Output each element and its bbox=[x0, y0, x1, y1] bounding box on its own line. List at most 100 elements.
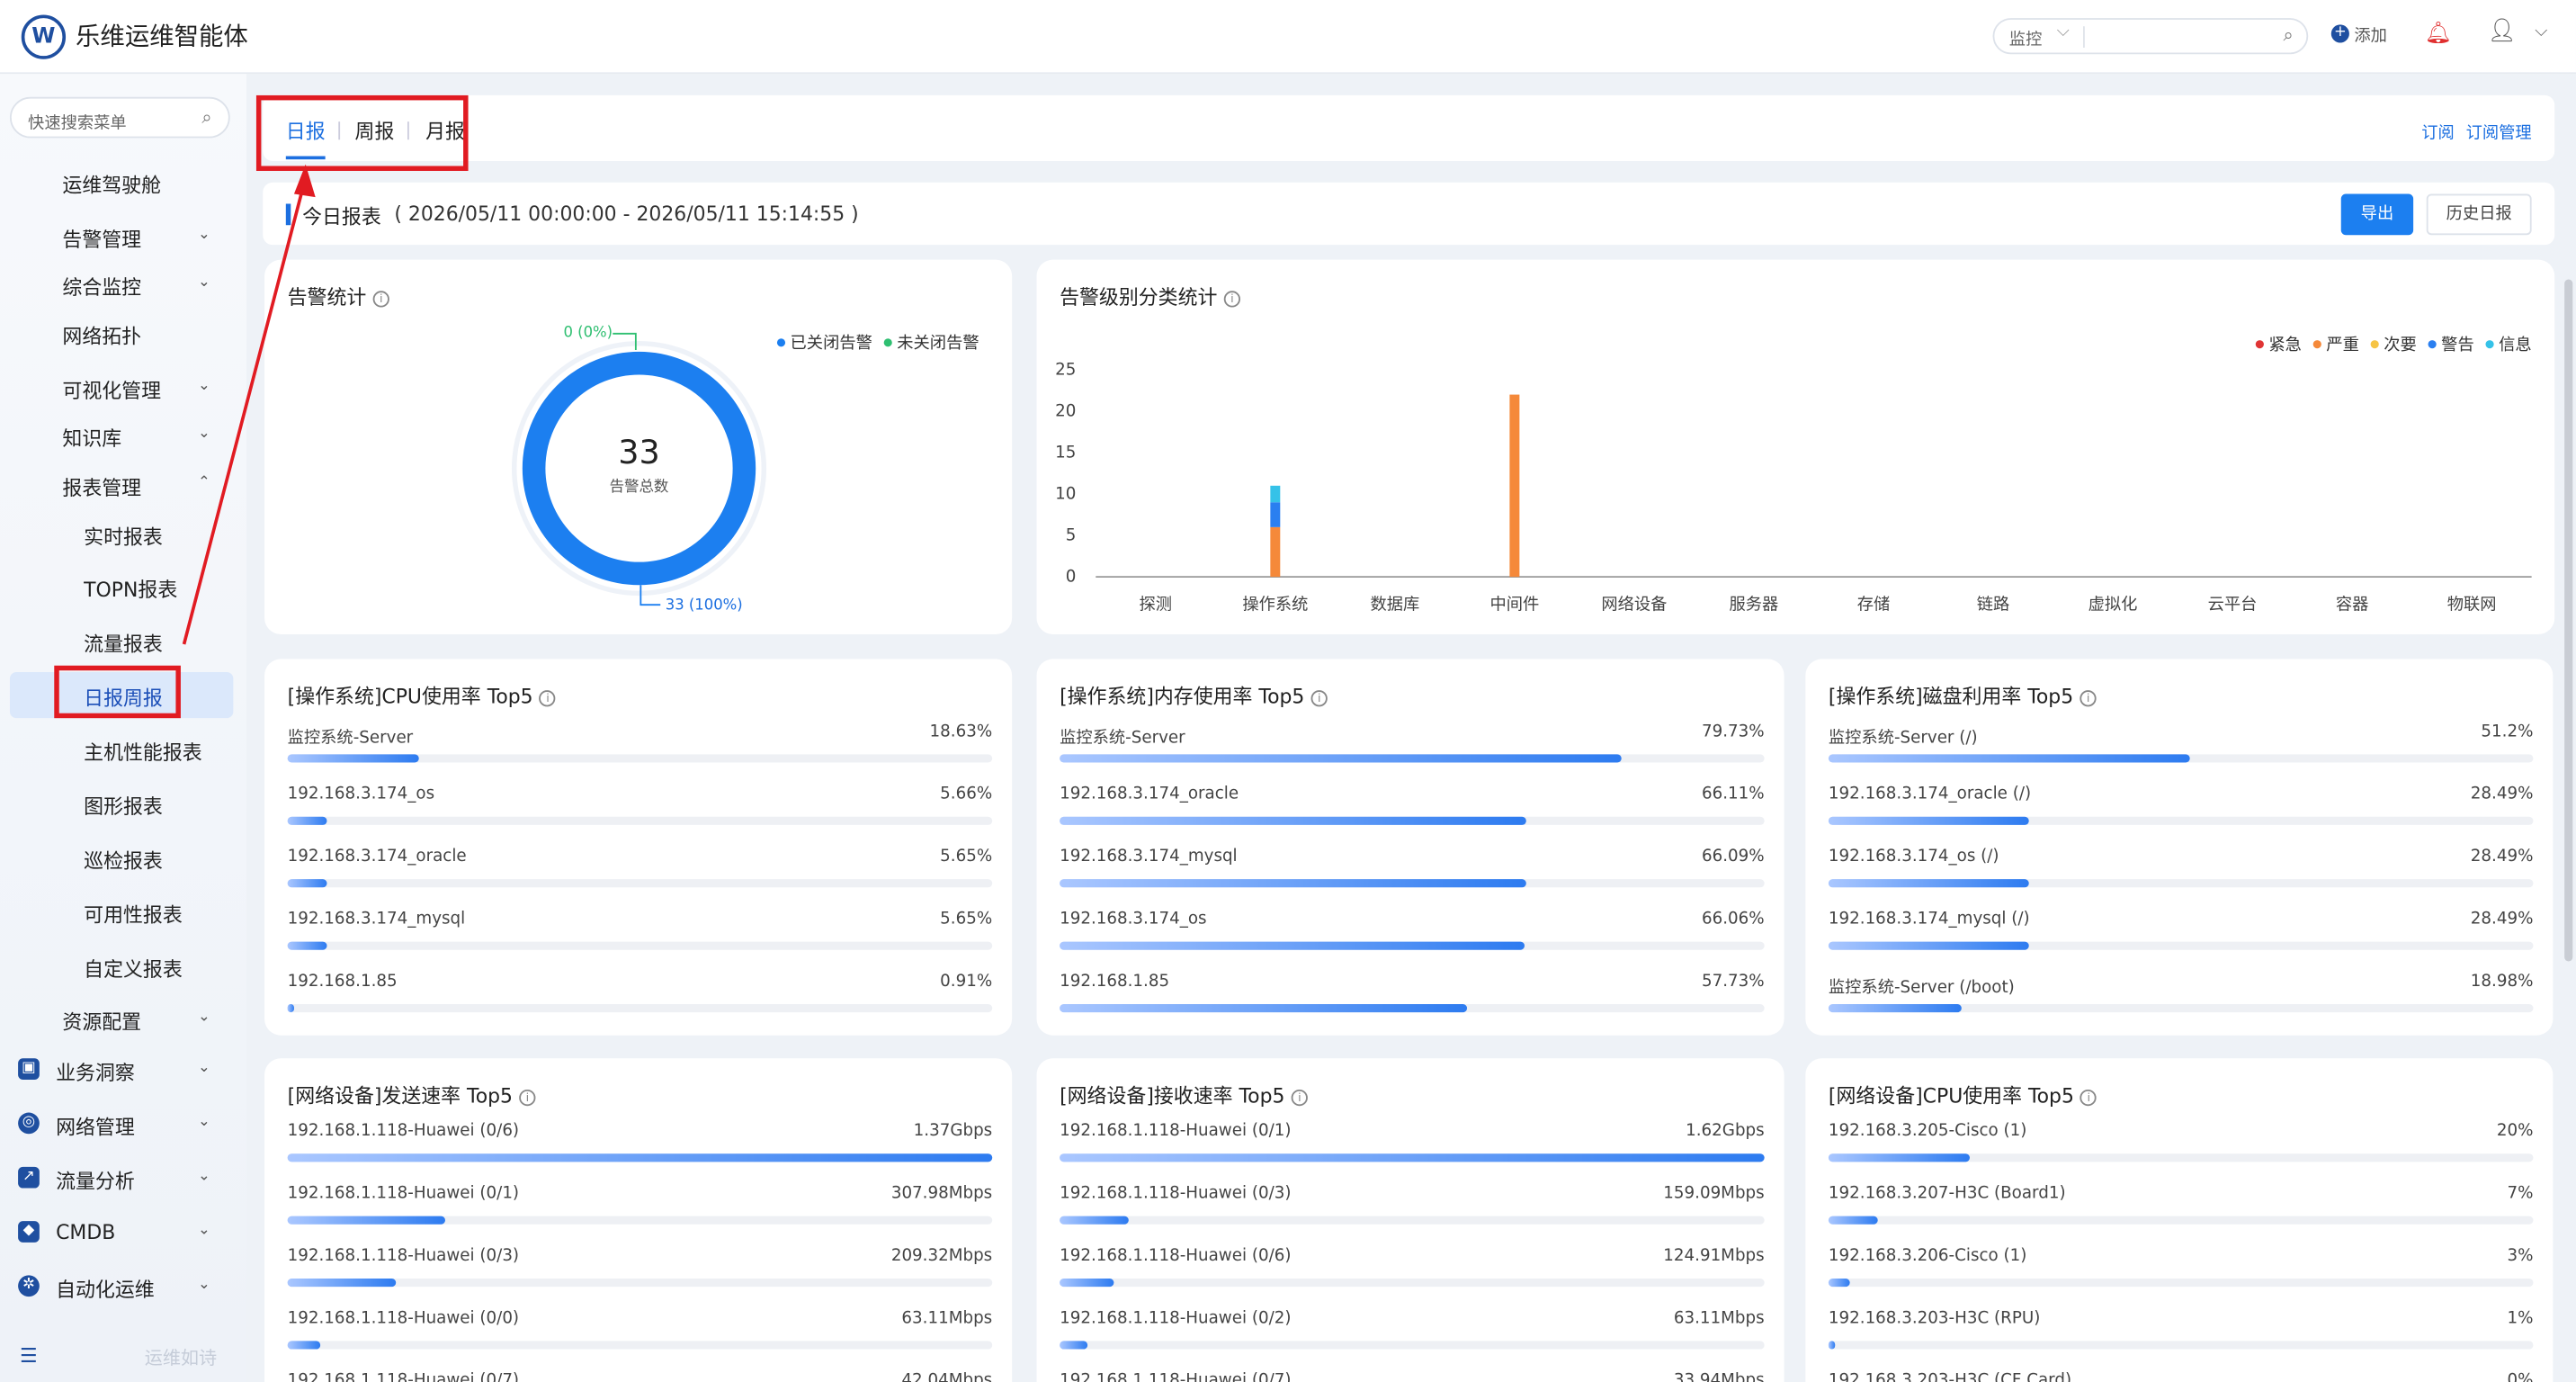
top5-row[interactable]: 192.168.1.118-Huawei (0/7) 33.94Mbps bbox=[1060, 1372, 1765, 1382]
top5-row[interactable]: 192.168.1.118-Huawei (0/3) 159.09Mbps bbox=[1060, 1185, 1765, 1244]
top5-card: [操作系统]内存使用率 Top5 i 监控系统-Server 79.73% 192.16… bbox=[1036, 659, 1784, 1036]
top5-row[interactable]: 192.168.1.118-Huawei (0/3) 209.32Mbps bbox=[287, 1247, 993, 1306]
x-tick-label: 容器 bbox=[2336, 596, 2369, 615]
top5-row[interactable]: 监控系统-Server 79.73% bbox=[1060, 723, 1765, 783]
progress-track bbox=[1828, 754, 2534, 763]
add-label: 添加 bbox=[2354, 28, 2387, 47]
sidebar-item-automation-ops[interactable]: ✲ 自动化运维 ⌄ bbox=[10, 1264, 233, 1310]
sidebar-item-business-insight[interactable]: ▣ 业务洞察 ⌄ bbox=[10, 1046, 233, 1092]
top5-item-value: 5.66% bbox=[940, 785, 993, 804]
top5-row[interactable]: 192.168.1.118-Huawei (0/0) 63.11Mbps bbox=[287, 1310, 993, 1369]
top5-item-name: 192.168.1.118-Huawei (0/7) bbox=[1060, 1372, 1292, 1382]
x-tick-label: 虚拟化 bbox=[2089, 596, 2138, 615]
bar-segment[interactable] bbox=[1270, 502, 1281, 527]
progress-track bbox=[287, 754, 993, 763]
export-button[interactable]: 导出 bbox=[2340, 193, 2414, 236]
sidebar-item-inspection-report[interactable]: 巡检报表 bbox=[10, 835, 233, 881]
top5-row[interactable]: 监控系统-Server (/) 51.2% bbox=[1828, 723, 2534, 783]
sidebar-item-label: 综合监控 bbox=[62, 275, 142, 300]
menu-collapse-icon[interactable]: ☰ bbox=[20, 1344, 38, 1368]
chevron-down-icon[interactable]: ⌵ bbox=[2057, 23, 2070, 41]
top5-row[interactable]: 192.168.3.174_mysql 5.65% bbox=[287, 911, 993, 970]
top5-row[interactable]: 192.168.1.118-Huawei (0/6) 1.37Gbps bbox=[287, 1122, 993, 1181]
info-icon[interactable]: i bbox=[1310, 690, 1328, 707]
top5-row[interactable]: 192.168.1.118-Huawei (0/1) 1.62Gbps bbox=[1060, 1122, 1765, 1181]
top5-row[interactable]: 192.168.3.174_oracle 5.65% bbox=[287, 848, 993, 907]
top5-row[interactable]: 192.168.1.118-Huawei (0/2) 63.11Mbps bbox=[1060, 1310, 1765, 1369]
info-icon[interactable]: i bbox=[519, 1089, 536, 1107]
sidebar-item-label: 实时报表 bbox=[84, 525, 163, 550]
global-search[interactable]: 监控 ⌵ ⌕ bbox=[1992, 18, 2309, 55]
top5-row[interactable]: 192.168.1.85 57.73% bbox=[1060, 973, 1765, 1032]
top5-row[interactable]: 192.168.3.174_os (/) 28.49% bbox=[1828, 848, 2534, 907]
top5-row[interactable]: 192.168.3.205-Cisco (1) 20% bbox=[1828, 1122, 2534, 1181]
top5-item-value: 57.73% bbox=[1701, 973, 1765, 992]
info-icon[interactable]: i bbox=[2080, 690, 2097, 707]
sidebar-item-knowledge-base[interactable]: 知识库 ⌄ bbox=[10, 412, 233, 458]
sidebar-item-realtime-report[interactable]: 实时报表 bbox=[10, 511, 233, 557]
top5-row[interactable]: 192.168.3.207-H3C (Board1) 7% bbox=[1828, 1185, 2534, 1244]
page-scrollbar[interactable] bbox=[2564, 279, 2573, 962]
sidebar-item-alarm-management[interactable]: 告警管理 ⌄ bbox=[10, 213, 233, 259]
bar-segment[interactable] bbox=[1270, 526, 1281, 578]
top5-row[interactable]: 192.168.3.203-H3C (RPU) 1% bbox=[1828, 1310, 2534, 1369]
chevron-down-icon: ⌄ bbox=[198, 378, 210, 395]
top5-row[interactable]: 192.168.3.174_os 66.06% bbox=[1060, 911, 1765, 970]
sidebar-item-host-performance-report[interactable]: 主机性能报表 bbox=[10, 726, 233, 772]
top5-row[interactable]: 192.168.3.206-Cisco (1) 3% bbox=[1828, 1247, 2534, 1306]
top5-row[interactable]: 192.168.1.118-Huawei (0/1) 307.98Mbps bbox=[287, 1185, 993, 1244]
search-icon[interactable]: ⌕ bbox=[2284, 24, 2294, 48]
info-icon[interactable]: i bbox=[1291, 1089, 1309, 1107]
sidebar-item-traffic-report[interactable]: 流量报表 bbox=[10, 618, 233, 664]
sidebar-item-availability-report[interactable]: 可用性报表 bbox=[10, 889, 233, 935]
search-icon[interactable]: ⌕ bbox=[201, 107, 211, 130]
top5-row[interactable]: 192.168.3.174_os 5.66% bbox=[287, 785, 993, 845]
top5-row[interactable]: 192.168.1.85 0.91% bbox=[287, 973, 993, 1032]
top5-row[interactable]: 监控系统-Server (/boot) 18.98% bbox=[1828, 973, 2534, 1032]
progress-fill bbox=[1828, 1279, 1850, 1288]
top5-item-name: 192.168.3.206-Cisco (1) bbox=[1828, 1247, 2027, 1266]
sidebar-item-ops-cockpit[interactable]: 运维驾驶舱 bbox=[10, 159, 233, 205]
top5-item-value: 0% bbox=[2507, 1372, 2534, 1382]
sidebar-item-traffic-analysis[interactable]: ↗ 流量分析 ⌄ bbox=[10, 1155, 233, 1201]
subscribe-link[interactable]: 订阅 bbox=[2421, 119, 2455, 143]
sidebar-item-custom-report[interactable]: 自定义报表 bbox=[10, 943, 233, 989]
top5-row[interactable]: 监控系统-Server 18.63% bbox=[287, 723, 993, 783]
sidebar-item-monitoring[interactable]: 综合监控 ⌄ bbox=[10, 261, 233, 307]
top5-row[interactable]: 192.168.3.203-H3C (CF Card) 0% bbox=[1829, 1372, 2534, 1382]
bar-segment[interactable] bbox=[1509, 394, 1520, 578]
top5-card: [网络设备]CPU使用率 Top5 i 192.168.3.205-Cisco (1… bbox=[1805, 1058, 2554, 1382]
top5-row[interactable]: 192.168.3.174_oracle 66.11% bbox=[1060, 785, 1765, 845]
progress-fill bbox=[1828, 1153, 1970, 1162]
sidebar-item-graph-report[interactable]: 图形报表 bbox=[10, 781, 233, 827]
bell-icon[interactable]: 🔔︎ bbox=[2425, 22, 2452, 46]
bar-segment[interactable] bbox=[1270, 485, 1281, 503]
sidebar-item-topn-report[interactable]: TOPN报表 bbox=[10, 563, 233, 609]
info-icon[interactable]: i bbox=[2080, 1089, 2097, 1107]
top5-row[interactable]: 192.168.3.174_mysql 66.09% bbox=[1060, 848, 1765, 907]
report-title: 今日报表 bbox=[302, 205, 381, 229]
progress-fill bbox=[1060, 816, 1526, 825]
sidebar-item-resource-config[interactable]: 资源配置 ⌄ bbox=[10, 996, 233, 1042]
sidebar-item-topology[interactable]: 网络拓扑 bbox=[10, 310, 233, 356]
progress-fill bbox=[287, 754, 419, 763]
search-scope-select[interactable]: 监控 bbox=[2009, 24, 2043, 49]
sidebar-item-cmdb[interactable]: ◆ CMDB ⌄ bbox=[10, 1209, 233, 1255]
subscribe-manage-link[interactable]: 订阅管理 bbox=[2466, 119, 2532, 143]
top5-row[interactable]: 192.168.1.118-Huawei (0/6) 124.91Mbps bbox=[1060, 1247, 1765, 1306]
sidebar-item-report-management[interactable]: 报表管理 ⌃ bbox=[10, 462, 233, 507]
sidebar-item-network-management[interactable]: ◎ 网络管理 ⌄ bbox=[10, 1101, 233, 1147]
sidebar-item-visualization[interactable]: 可视化管理 ⌄ bbox=[10, 364, 233, 410]
add-button[interactable]: + 添加 bbox=[2330, 22, 2387, 47]
menu-search-input[interactable]: 快速搜索菜单 ⌕ bbox=[9, 96, 230, 139]
top5-row[interactable]: 192.168.3.174_mysql (/) 28.49% bbox=[1828, 911, 2534, 970]
history-daily-button[interactable]: 历史日报 bbox=[2426, 193, 2532, 236]
card-title: [网络设备]CPU使用率 Top5 i bbox=[1829, 1081, 2097, 1109]
progress-fill bbox=[287, 1003, 295, 1013]
chevron-down-icon[interactable]: ⌵ bbox=[2535, 23, 2547, 41]
top5-row[interactable]: 192.168.1.118-Huawei (0/7) 42.04Mbps bbox=[288, 1372, 993, 1382]
user-icon[interactable]: 👤︎ bbox=[2487, 18, 2516, 44]
app-logo[interactable]: W bbox=[21, 14, 67, 59]
info-icon[interactable]: i bbox=[539, 690, 557, 707]
top5-row[interactable]: 192.168.3.174_oracle (/) 28.49% bbox=[1828, 785, 2534, 845]
